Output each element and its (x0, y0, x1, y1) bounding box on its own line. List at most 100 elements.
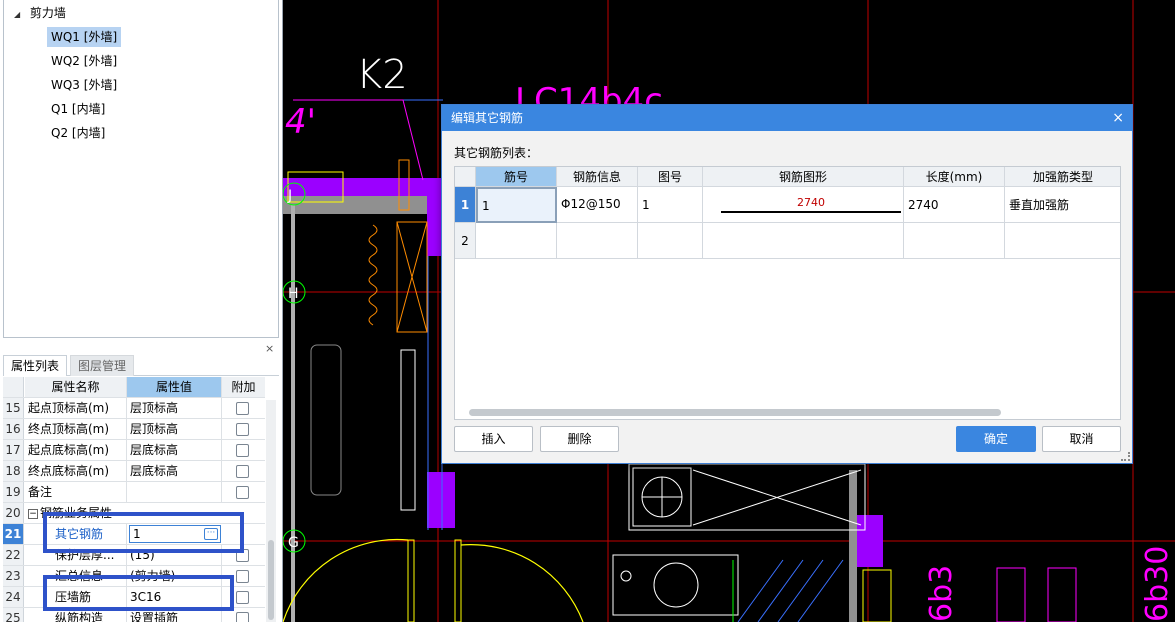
property-value[interactable]: 层顶标高 (127, 398, 222, 418)
extra-checkbox[interactable] (236, 612, 249, 622)
row-number: 15 (3, 398, 24, 418)
cell-info[interactable] (557, 223, 638, 259)
cell-shape[interactable] (703, 223, 904, 259)
row-number: 19 (3, 482, 24, 502)
col-header-length[interactable]: 长度(mm) (904, 167, 1005, 187)
highlight-box-wall-rebar (43, 575, 234, 611)
list-label: 其它钢筋列表： (454, 146, 539, 160)
row-number[interactable]: 1 (455, 187, 476, 223)
property-name: 终点底标高(m) (25, 461, 127, 481)
axis-label-g: G (288, 535, 299, 551)
col-header-bar-no[interactable]: 筋号 (476, 167, 557, 187)
delete-button[interactable]: 删除 (540, 426, 619, 452)
tree-item-wq2[interactable]: WQ2 [外墙] (47, 51, 121, 71)
dialog-title-bar[interactable]: 编辑其它钢筋 × (442, 105, 1132, 131)
tree-root-label: 剪力墙 (29, 6, 66, 20)
grid-scrollbar[interactable] (266, 400, 276, 622)
cad-label-four: 4' (285, 102, 316, 142)
cad-label-vert2: 6b30 (1140, 546, 1175, 622)
grid-header-value[interactable]: 属性值 (127, 377, 222, 397)
rebar-table: 筋号 钢筋信息 图号 钢筋图形 长度(mm) 加强筋类型 1 1 Φ12@150… (454, 166, 1121, 420)
tree-item-q2[interactable]: Q2 [内墙] (47, 123, 109, 143)
highlight-box-other-rebar (43, 512, 244, 553)
cell-type[interactable] (1005, 223, 1120, 259)
tab-property-list[interactable]: 属性列表 (3, 355, 68, 376)
rebar-shape-figure: 2740 (721, 191, 901, 215)
cell-length[interactable] (904, 223, 1005, 259)
row-number[interactable]: 2 (455, 223, 476, 259)
col-header-type[interactable]: 加强筋类型 (1005, 167, 1120, 187)
property-name: 备注 (25, 482, 127, 502)
table-corner (455, 167, 476, 187)
col-header-info[interactable]: 钢筋信息 (557, 167, 638, 187)
cell-fig-no[interactable] (638, 223, 703, 259)
table-row[interactable]: 19 备注 (3, 482, 265, 503)
cad-label-k2: K2 (356, 52, 408, 98)
cell-type[interactable]: 垂直加强筋 (1005, 187, 1120, 223)
left-panel: ◢ 剪力墙 WQ1 [外墙] WQ2 [外墙] WQ3 [外墙] Q1 [内墙]… (0, 0, 283, 622)
component-tree: ◢ 剪力墙 WQ1 [外墙] WQ2 [外墙] WQ3 [外墙] Q1 [内墙]… (3, 0, 279, 338)
rebar-shape-dimension: 2740 (797, 196, 825, 209)
resize-grip-icon[interactable] (1121, 452, 1130, 461)
cell-bar-no[interactable] (476, 223, 557, 259)
row-number: 24 (3, 587, 24, 607)
panel-close-icon[interactable]: × (265, 342, 274, 355)
property-tabs: 属性列表 图层管理 (3, 355, 279, 376)
extra-checkbox[interactable] (236, 423, 249, 436)
row-number: 16 (3, 419, 24, 439)
extra-checkbox[interactable] (236, 465, 249, 478)
extra-checkbox[interactable] (236, 486, 249, 499)
row-number: 23 (3, 566, 24, 586)
extra-checkbox[interactable] (236, 402, 249, 415)
extra-checkbox[interactable] (236, 570, 249, 583)
cad-label-vert1: 6b3 (924, 565, 959, 622)
row-number: 25 (3, 608, 24, 622)
tree-item-wq3[interactable]: WQ3 [外墙] (47, 75, 121, 95)
property-value[interactable]: 层底标高 (127, 461, 222, 481)
extra-checkbox[interactable] (236, 591, 249, 604)
table-horizontal-scrollbar[interactable] (469, 409, 1001, 416)
property-name: 起点底标高(m) (25, 440, 127, 460)
close-icon[interactable]: × (1112, 105, 1124, 131)
property-name: 终点顶标高(m) (25, 419, 127, 439)
cancel-button[interactable]: 取消 (1042, 426, 1121, 452)
collapse-triangle-icon[interactable]: ◢ (14, 6, 26, 24)
property-value[interactable]: 层顶标高 (127, 419, 222, 439)
edit-other-rebar-dialog: 编辑其它钢筋 × 其它钢筋列表： 筋号 钢筋信息 图号 钢筋图形 长度(mm) … (441, 104, 1133, 464)
ok-button[interactable]: 确定 (956, 426, 1036, 452)
row-number: 22 (3, 545, 24, 565)
row-number: 20 (3, 503, 24, 523)
col-header-shape[interactable]: 钢筋图形 (703, 167, 904, 187)
tab-layer-management[interactable]: 图层管理 (70, 355, 135, 376)
property-value[interactable] (127, 482, 222, 502)
insert-button[interactable]: 插入 (454, 426, 533, 452)
cell-info[interactable]: Φ12@150 (557, 187, 638, 223)
app-window: ◢ 剪力墙 WQ1 [外墙] WQ2 [外墙] WQ3 [外墙] Q1 [内墙]… (0, 0, 1175, 622)
collapse-icon[interactable]: − (28, 508, 38, 519)
cell-length[interactable]: 2740 (904, 187, 1005, 223)
tree-item-q1[interactable]: Q1 [内墙] (47, 99, 109, 119)
table-row[interactable]: 16 终点顶标高(m) 层顶标高 (3, 419, 265, 440)
extra-checkbox[interactable] (236, 444, 249, 457)
grid-header-extra[interactable]: 附加 (222, 377, 265, 397)
table-row[interactable]: 15 起点顶标高(m) 层顶标高 (3, 398, 265, 419)
col-header-fig-no[interactable]: 图号 (638, 167, 703, 187)
property-value[interactable]: 层底标高 (127, 440, 222, 460)
property-name: 起点顶标高(m) (25, 398, 127, 418)
row-number: 17 (3, 440, 24, 460)
grid-header-row: 属性名称 属性值 附加 (3, 377, 265, 398)
tree-item-wq1[interactable]: WQ1 [外墙] (47, 27, 122, 47)
table-row[interactable]: 18 终点底标高(m) 层底标高 (3, 461, 265, 482)
tree-root-shear-wall[interactable]: ◢ 剪力墙 (14, 4, 66, 22)
grid-header-corner (3, 377, 24, 397)
axis-label-h: H (288, 286, 299, 302)
rebar-shape-line (721, 211, 901, 213)
dialog-title: 编辑其它钢筋 (451, 111, 524, 125)
cell-bar-no[interactable]: 1 (476, 187, 557, 223)
grid-header-name[interactable]: 属性名称 (25, 377, 127, 397)
row-number: 18 (3, 461, 24, 481)
grid-scrollbar-thumb[interactable] (268, 540, 274, 620)
row-number: 21 (3, 524, 24, 544)
table-row[interactable]: 17 起点底标高(m) 层底标高 (3, 440, 265, 461)
cell-fig-no[interactable]: 1 (638, 187, 703, 223)
